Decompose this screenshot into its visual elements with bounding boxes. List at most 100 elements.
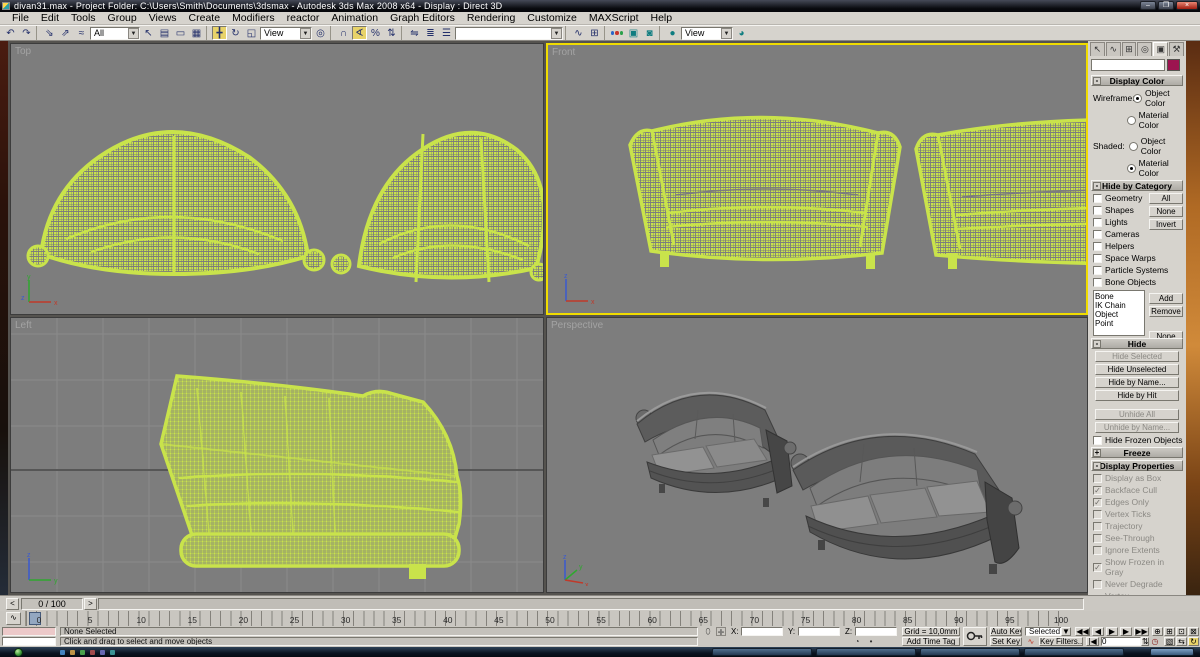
use-pivot-point-icon[interactable]: ◎: [313, 26, 328, 40]
shapes-checkbox[interactable]: [1093, 206, 1102, 215]
selection-filter-dropdown[interactable]: All ▼: [90, 27, 140, 40]
zoom-extents-all-icon[interactable]: ⊠: [1188, 627, 1199, 636]
viewport-perspective[interactable]: Perspective: [546, 317, 1088, 593]
tab-motion-icon[interactable]: ◎: [1137, 42, 1152, 56]
quick-render-icon[interactable]: ●: [665, 26, 680, 40]
absolute-mode-icon[interactable]: ✛: [716, 627, 726, 636]
tab-create-icon[interactable]: ↖: [1090, 42, 1105, 56]
arc-rotate-icon[interactable]: ↻: [1188, 637, 1199, 646]
communicator-icon[interactable]: ◔: [852, 637, 862, 646]
geometry-checkbox[interactable]: [1093, 194, 1102, 203]
hide-category-none-button[interactable]: None: [1149, 206, 1183, 217]
viewport-front-active[interactable]: Front: [546, 43, 1088, 315]
title-bar[interactable]: divan31.max - Project Folder: C:\Users\S…: [0, 0, 1200, 12]
helpers-checkbox[interactable]: [1093, 242, 1102, 251]
particle-systems-checkbox[interactable]: [1093, 266, 1102, 275]
frame-spinner[interactable]: ⇅: [1141, 637, 1149, 646]
unlink-selection-icon[interactable]: ⇗: [58, 26, 73, 40]
pan-icon[interactable]: ⇆: [1176, 637, 1187, 646]
hide-unselected-button[interactable]: Hide Unselected: [1095, 364, 1179, 375]
zoom-extents-icon[interactable]: ⊡: [1176, 627, 1187, 636]
menu-views[interactable]: Views: [143, 12, 183, 25]
taskbar-tray[interactable]: [1150, 648, 1194, 656]
angle-snap-icon[interactable]: ∢: [352, 26, 367, 40]
rollout-header[interactable]: - Display Properties: [1091, 460, 1183, 471]
quick-launch-icon[interactable]: [70, 650, 75, 655]
taskbar-window-button[interactable]: [712, 648, 812, 656]
bind-to-spacewarp-icon[interactable]: ≈: [74, 26, 89, 40]
spinner-snap-icon[interactable]: ⇅: [384, 26, 399, 40]
menu-help[interactable]: Help: [645, 12, 679, 25]
chevron-down-icon[interactable]: ▼: [1061, 627, 1071, 636]
material-editor-icon[interactable]: [610, 26, 625, 40]
mini-curve-editor-button[interactable]: ∿: [6, 612, 21, 625]
chevron-down-icon[interactable]: ▼: [300, 28, 311, 39]
tab-utilities-icon[interactable]: ⚒: [1169, 42, 1184, 56]
select-and-scale-icon[interactable]: ◱: [244, 26, 259, 40]
taskbar-window-button[interactable]: [816, 648, 916, 656]
menu-modifiers[interactable]: Modifiers: [226, 12, 281, 25]
cameras-checkbox[interactable]: [1093, 230, 1102, 239]
previous-frame-arrow[interactable]: <: [6, 598, 19, 610]
tab-hierarchy-icon[interactable]: ⊞: [1122, 42, 1137, 56]
object-color-swatch[interactable]: [1167, 59, 1180, 71]
key-filters-button[interactable]: Key Filters...: [1039, 637, 1083, 646]
start-button[interactable]: [14, 648, 23, 657]
mirror-icon[interactable]: ⇋: [407, 26, 422, 40]
zoom-icon[interactable]: ⊕: [1152, 627, 1163, 636]
top-viewport-canvas[interactable]: [11, 44, 544, 315]
chevron-down-icon[interactable]: ▼: [128, 28, 139, 39]
collapse-icon[interactable]: -: [1093, 340, 1101, 348]
selection-lock-icon[interactable]: ⬯: [703, 627, 713, 636]
render-dialog-icon[interactable]: ◙: [642, 26, 657, 40]
category-listbox[interactable]: Bone IK Chain Object Point: [1093, 290, 1145, 336]
bone-objects-checkbox[interactable]: [1093, 278, 1102, 287]
menu-animation[interactable]: Animation: [325, 12, 384, 25]
shaded-material-color-radio[interactable]: [1127, 164, 1136, 173]
key-mode-toggle[interactable]: |◀: [1086, 637, 1099, 646]
category-add-button[interactable]: Add: [1149, 293, 1183, 304]
next-frame-arrow[interactable]: >: [84, 598, 97, 610]
restore-button[interactable]: ❐: [1158, 1, 1174, 10]
y-coordinate-input[interactable]: [798, 627, 840, 636]
hide-category-invert-button[interactable]: Invert: [1149, 219, 1183, 230]
rollout-header[interactable]: - Hide by Category: [1091, 180, 1183, 191]
wireframe-material-color-radio[interactable]: [1127, 116, 1136, 125]
select-object-icon[interactable]: ↖: [141, 26, 156, 40]
collapse-icon[interactable]: -: [1093, 462, 1101, 470]
time-slider-track[interactable]: [98, 598, 1084, 610]
current-frame-input[interactable]: [1101, 637, 1141, 646]
viewport-left[interactable]: Left: [10, 317, 544, 593]
space-warps-checkbox[interactable]: [1093, 254, 1102, 263]
shaded-object-color-radio[interactable]: [1129, 142, 1138, 151]
minimize-button[interactable]: –: [1140, 1, 1156, 10]
quick-launch-icon[interactable]: [60, 650, 65, 655]
menu-file[interactable]: File: [6, 12, 35, 25]
rollout-header[interactable]: - Display Color: [1091, 75, 1183, 86]
new-key-curve-icon[interactable]: ∿: [1025, 637, 1037, 646]
curve-editor-icon[interactable]: ∿: [571, 26, 586, 40]
next-frame-button[interactable]: ▶: [1120, 627, 1132, 636]
x-coordinate-input[interactable]: [741, 627, 783, 636]
quick-launch-icon[interactable]: [90, 650, 95, 655]
auto-key-button[interactable]: Auto Key: [990, 627, 1022, 636]
chevron-down-icon[interactable]: ▼: [721, 28, 732, 39]
quick-launch-icon[interactable]: [110, 650, 115, 655]
list-item[interactable]: Point: [1095, 319, 1143, 328]
maxscript-listener-white[interactable]: [2, 637, 56, 646]
named-selection-dropdown[interactable]: ▼: [455, 27, 563, 40]
list-item[interactable]: IK Chain Object: [1095, 301, 1143, 319]
left-viewport-canvas[interactable]: [11, 318, 544, 593]
quick-launch-icon[interactable]: [80, 650, 85, 655]
redo-icon[interactable]: ↷: [19, 26, 34, 40]
select-and-link-icon[interactable]: ⇘: [42, 26, 57, 40]
time-slider-handle[interactable]: 0 / 100: [21, 598, 83, 610]
select-and-rotate-icon[interactable]: ↻: [228, 26, 243, 40]
close-button[interactable]: ×: [1176, 1, 1198, 10]
tab-modify-icon[interactable]: ∿: [1106, 42, 1121, 56]
wireframe-object-color-radio[interactable]: [1133, 94, 1142, 103]
lights-checkbox[interactable]: [1093, 218, 1102, 227]
snap-toggle-icon[interactable]: ∩: [336, 26, 351, 40]
list-item[interactable]: Bone: [1095, 292, 1143, 301]
hide-category-all-button[interactable]: All: [1149, 193, 1183, 204]
